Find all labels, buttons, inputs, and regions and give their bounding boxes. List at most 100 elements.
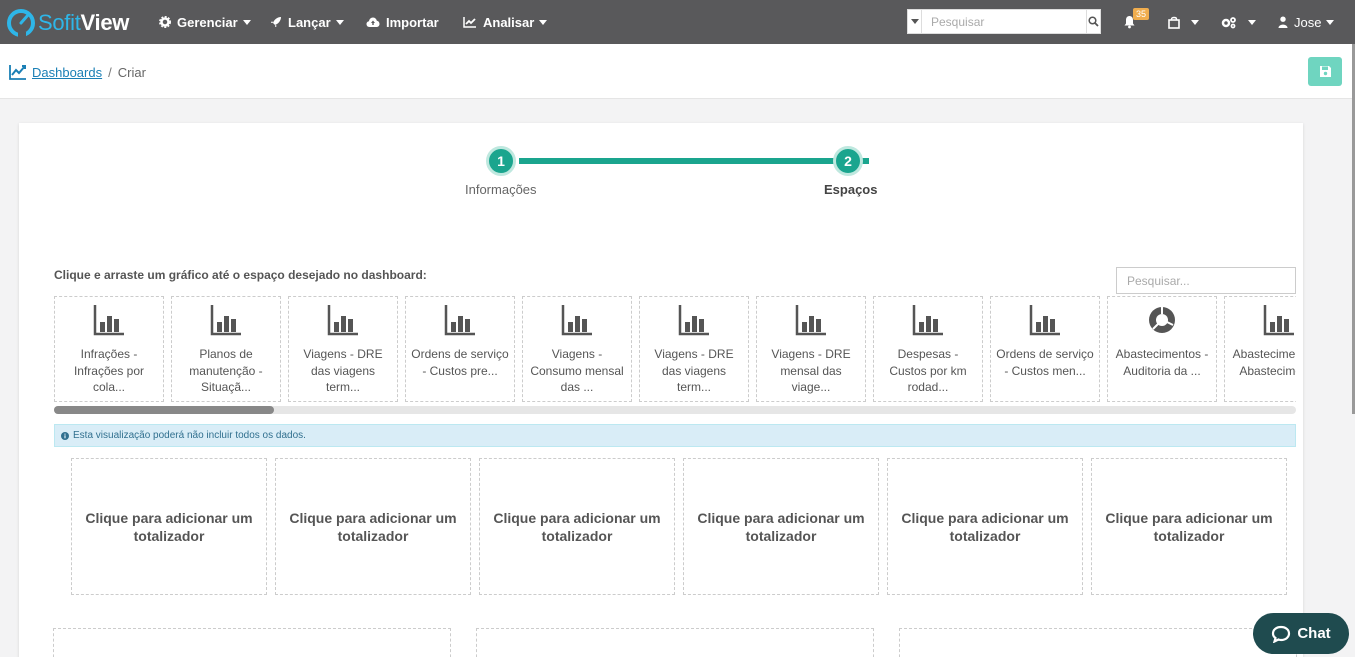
top-navbar: SofitView Gerenciar Lançar Importar Anal… [0,0,1355,44]
user-menu[interactable]: Jose [1278,0,1335,44]
chart-tile[interactable]: Despesas - Custos por km rodad... [873,296,983,402]
gauge-icon [7,9,35,38]
chart-tile-label: Viagens - DRE mensal das viage... [771,347,851,394]
line-chart-icon [463,17,476,28]
search-scope-dropdown[interactable] [908,10,922,33]
stepper-progress-line [519,158,869,164]
nav-lancar-label: Lançar [288,14,331,30]
settings-menu[interactable] [1221,0,1256,44]
scrollbar-thumb[interactable] [54,406,274,414]
step-2-marker[interactable]: 2 [833,146,863,176]
bar-chart-icon [523,303,631,339]
chart-tile[interactable]: Viagens - DRE das viagens term... [288,296,398,402]
chevron-down-icon [1248,19,1256,25]
breadcrumb-current: Criar [117,64,146,80]
nav-importar-label: Importar [386,14,439,30]
totalizer-slot[interactable]: Clique para adicionar um totalizador [479,458,675,595]
notification-count-badge: 35 [1133,8,1150,20]
chart-palette-scrollbar[interactable] [54,406,1296,414]
totalizer-slot[interactable]: Clique para adicionar um totalizador [1091,458,1287,595]
chart-tile[interactable]: Viagens - DRE das viagens term... [639,296,749,402]
info-circle-icon [61,431,69,440]
chart-tile-label: Viagens - DRE das viagens term... [303,347,383,394]
step-1-label: Informações [465,182,537,197]
chat-label: Chat [1297,625,1331,642]
chevron-down-icon [335,19,344,25]
chart-search-input[interactable] [1116,267,1296,294]
chevron-down-icon [242,19,251,25]
breadcrumb-separator: / [108,64,112,80]
breadcrumb-dashboards-link[interactable]: Dashboards [32,65,102,80]
chart-tile-label: Viagens - DRE das viagens term... [654,347,734,394]
chart-tile[interactable]: Viagens - DRE mensal das viage... [756,296,866,402]
breadcrumb: Dashboards / Criar [9,64,146,80]
chart-tile[interactable]: Abastecimentos - Abastecimen... [1224,296,1296,402]
floppy-disk-icon [1319,66,1331,77]
bar-chart-icon [55,303,163,339]
global-search [907,9,1101,34]
totalizer-slot[interactable]: Clique para adicionar um totalizador [683,458,879,595]
chart-tile[interactable]: Planos de manutenção - Situaçã... [171,296,281,402]
user-icon [1278,16,1288,28]
pie-chart-icon [1108,303,1216,339]
chart-slot[interactable] [476,628,874,657]
search-icon [1088,16,1099,27]
chart-tile-label: Abastecimentos - Auditoria da ... [1115,347,1209,378]
nav-gerenciar-label: Gerenciar [177,14,238,30]
chart-tile[interactable]: Ordens de serviço - Custos men... [990,296,1100,402]
bar-chart-icon [874,303,982,339]
chart-tile-label: Infrações - Infrações por cola... [73,347,145,394]
chart-tile-label: Planos de manutenção - Situaçã... [189,347,263,394]
chart-slot[interactable] [53,628,451,657]
bar-chart-icon [991,303,1099,339]
nav-lancar[interactable]: Lançar [270,0,344,44]
breadcrumb-bar: Dashboards / Criar [0,44,1355,99]
gears-icon [1221,16,1236,28]
apps-menu[interactable] [1168,0,1199,44]
chart-tile-label: Viagens - Consumo mensal das ... [530,347,624,394]
bar-chart-icon [640,303,748,339]
brand-name: SofitView [38,10,130,35]
chart-slot[interactable] [899,628,1297,657]
bar-chart-icon [289,303,397,339]
chat-button[interactable]: Chat [1253,613,1349,654]
chevron-down-icon [1191,19,1199,25]
info-alert-text: Esta visualização poderá não incluir tod… [73,430,306,441]
dashboard-chart-icon [9,65,26,80]
chart-tile[interactable]: Infrações - Infrações por cola... [54,296,164,402]
chart-palette: Infrações - Infrações por cola... Planos … [54,296,1296,402]
global-search-input[interactable] [922,10,1086,33]
search-button[interactable] [1086,10,1100,33]
bar-chart-icon [406,303,514,339]
dashboard-editor-card: 1 2 Informações Espaços Clique e arraste… [19,123,1303,657]
chart-tile[interactable]: Viagens - Consumo mensal das ... [522,296,632,402]
cloud-upload-icon [366,17,380,27]
charts-instruction: Clique e arraste um gráfico até o espaço… [54,268,427,282]
bar-chart-icon [172,303,280,339]
totalizer-slot[interactable]: Clique para adicionar um totalizador [887,458,1083,595]
chart-tile[interactable]: Abastecimentos - Auditoria da ... [1107,296,1217,402]
rocket-icon [271,17,281,27]
notifications-button[interactable] [1123,0,1142,44]
sofitview-logo[interactable]: SofitView [6,8,129,38]
step-1-marker[interactable]: 1 [486,146,516,176]
step-2-label: Espaços [824,182,878,197]
chart-tile[interactable]: Ordens de serviço - Custos pre... [405,296,515,402]
chart-tile-label: Ordens de serviço - Custos men... [996,347,1094,378]
info-alert: Esta visualização poderá não incluir tod… [54,424,1296,447]
save-button[interactable] [1308,57,1342,86]
nav-analisar[interactable]: Analisar [463,0,548,44]
chart-tile-label: Despesas - Custos por km rodad... [889,347,967,394]
user-name: Jose [1294,14,1322,30]
totalizer-slot[interactable]: Clique para adicionar um totalizador [275,458,471,595]
chart-tile-label: Ordens de serviço - Custos pre... [411,347,509,378]
chart-tile-label: Abastecimentos - Abastecimen... [1232,347,1296,378]
nav-gerenciar[interactable]: Gerenciar [159,0,251,44]
totalizer-slot[interactable]: Clique para adicionar um totalizador [71,458,267,595]
gear-icon [159,16,171,28]
bar-chart-icon [757,303,865,339]
chevron-down-icon [910,19,919,24]
nav-importar[interactable]: Importar [366,0,439,44]
shopping-bag-icon [1168,16,1180,29]
nav-analisar-label: Analisar [483,14,535,30]
